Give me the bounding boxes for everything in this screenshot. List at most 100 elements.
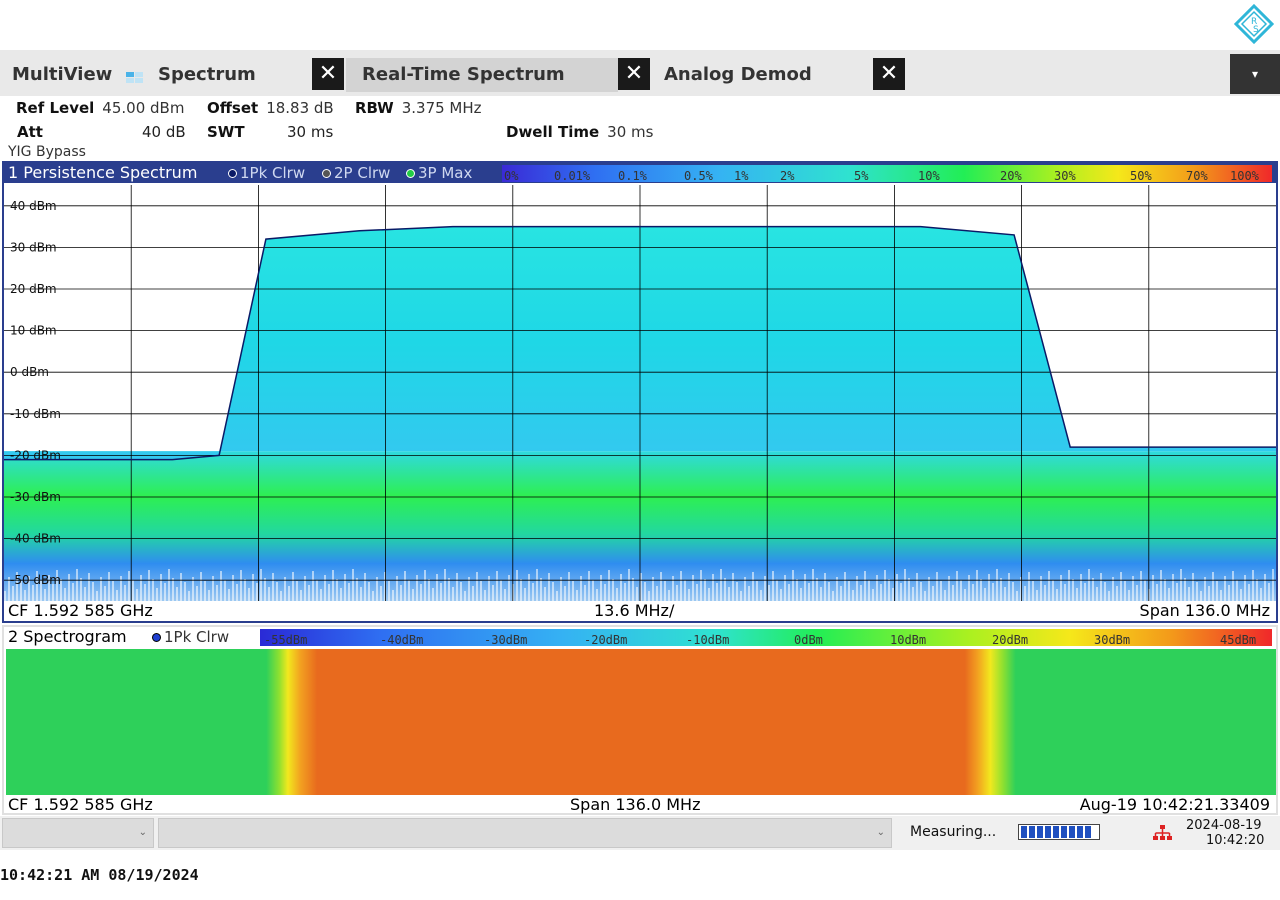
noise-speckle	[484, 590, 486, 601]
tab-realtime-spectrum[interactable]: Real-Time Spectrum	[346, 58, 618, 92]
noise-speckle	[896, 574, 898, 601]
level-scale-label: 20dBm	[992, 633, 1029, 647]
noise-speckle	[700, 570, 702, 601]
noise-speckle	[168, 569, 170, 601]
tab-spectrum-label[interactable]: Spectrum	[158, 58, 256, 92]
persist-scale-label: 0%	[504, 169, 519, 183]
noise-speckle	[472, 586, 474, 601]
tab-multiview[interactable]: MultiView Spectrum	[0, 58, 310, 92]
noise-speckle	[312, 571, 314, 601]
noise-speckle	[368, 582, 370, 601]
noise-speckle	[116, 590, 118, 601]
noise-speckle	[476, 572, 478, 601]
swt-setting[interactable]: SWT	[207, 123, 253, 141]
noise-speckle	[236, 584, 238, 601]
close-analog-tab-button[interactable]: ✕	[873, 58, 905, 90]
noise-speckle	[88, 573, 90, 601]
network-icon[interactable]	[1152, 824, 1172, 842]
offset-setting[interactable]: Offset 18.83 dB	[207, 99, 334, 117]
close-spectrum-tab-button[interactable]: ✕	[312, 58, 344, 90]
noise-speckle	[612, 579, 614, 601]
noise-speckle	[140, 575, 142, 601]
noise-speckle	[972, 584, 974, 601]
noise-speckle	[1200, 591, 1202, 601]
trace-3-legend[interactable]: 3P Max	[406, 163, 472, 183]
noise-speckle	[372, 591, 374, 601]
noise-speckle	[176, 587, 178, 601]
persistence-spectrum-window[interactable]: 1 Persistence Spectrum 1Pk Clrw 2P Clrw …	[2, 161, 1278, 623]
trace-2-legend[interactable]: 2P Clrw	[322, 163, 390, 183]
dwell-label: Dwell Time	[506, 123, 600, 141]
noise-speckle	[1172, 574, 1174, 601]
spectrogram-cf-label: CF 1.592 585 GHz	[8, 795, 153, 814]
noise-speckle	[528, 574, 530, 601]
noise-speckle	[680, 571, 682, 601]
noise-speckle	[608, 570, 610, 601]
spectrogram-plot[interactable]	[6, 649, 1276, 795]
rbw-setting[interactable]: RBW 3.375 MHz	[355, 99, 482, 117]
att-setting[interactable]: Att	[17, 123, 51, 141]
ref-level-setting[interactable]: Ref Level 45.00 dBm	[16, 99, 184, 117]
progress-segment	[1069, 826, 1075, 838]
tab-analog-demod[interactable]: Analog Demod	[650, 58, 870, 92]
y-tick-label: 10 dBm	[10, 324, 57, 338]
noise-speckle	[480, 581, 482, 601]
noise-speckle	[980, 579, 982, 601]
status-combo-1[interactable]: ⌄	[2, 818, 154, 848]
noise-speckle	[808, 583, 810, 601]
chevron-down-icon: ⌄	[876, 827, 885, 838]
dwell-setting[interactable]: Dwell Time 30 ms	[506, 123, 653, 141]
noise-speckle	[708, 588, 710, 601]
tab-multiview-label: MultiView	[12, 64, 113, 85]
noise-speckle	[1100, 573, 1102, 601]
noise-speckle	[136, 589, 138, 601]
noise-speckle	[632, 578, 634, 601]
level-scale-label: -55dBm	[264, 633, 308, 647]
noise-speckle	[592, 580, 594, 601]
noise-speckle	[1232, 571, 1234, 601]
noise-speckle	[492, 585, 494, 601]
noise-speckle	[344, 574, 346, 601]
noise-speckle	[408, 580, 410, 601]
noise-speckle	[216, 585, 218, 601]
persistence-plot[interactable]: 40 dBm30 dBm20 dBm10 dBm0 dBm-10 dBm-20 …	[4, 185, 1276, 601]
spectrogram-window[interactable]: 2 Spectrogram 1Pk Clrw -55dBm -40dBm -30…	[2, 625, 1278, 815]
noise-speckle	[840, 586, 842, 601]
close-realtime-tab-button[interactable]: ✕	[618, 58, 650, 90]
noise-speckle	[456, 573, 458, 601]
noise-speckle	[868, 580, 870, 601]
noise-speckle	[340, 588, 342, 601]
noise-speckle	[1004, 587, 1006, 601]
status-combo-2[interactable]: ⌄	[158, 818, 892, 848]
noise-speckle	[844, 572, 846, 601]
swt-label: SWT	[207, 123, 245, 141]
spectrogram-trace-legend[interactable]: 1Pk Clrw	[152, 627, 229, 647]
noise-speckle	[988, 574, 990, 601]
noise-speckle	[804, 574, 806, 601]
tab-dropdown-button[interactable]: ▾	[1230, 54, 1280, 94]
noise-speckle	[1236, 580, 1238, 601]
noise-speckle	[332, 570, 334, 601]
noise-speckle	[420, 584, 422, 601]
spectrogram-window-title: 2 Spectrogram	[8, 627, 127, 646]
trace-1-legend[interactable]: 1Pk Clrw	[228, 163, 305, 183]
noise-speckle	[500, 580, 502, 601]
noise-speckle	[536, 569, 538, 601]
noise-speckle	[820, 587, 822, 601]
noise-speckle	[956, 571, 958, 601]
noise-speckle	[1272, 569, 1274, 601]
settings-panel[interactable]: Ref Level 45.00 dBm Offset 18.83 dB RBW 3.3…	[0, 96, 1280, 160]
noise-speckle	[404, 571, 406, 601]
level-scale-label: 30dBm	[1094, 633, 1131, 647]
noise-speckle	[852, 590, 854, 601]
noise-speckle	[244, 579, 246, 601]
y-tick-label: 30 dBm	[10, 240, 57, 254]
noise-speckle	[436, 574, 438, 601]
noise-speckle	[728, 587, 730, 601]
noise-speckle	[948, 576, 950, 601]
noise-speckle	[112, 581, 114, 601]
noise-speckle	[568, 572, 570, 601]
y-tick-label: 0 dBm	[10, 365, 49, 379]
rbw-label: RBW	[355, 99, 394, 117]
noise-speckle	[908, 578, 910, 601]
